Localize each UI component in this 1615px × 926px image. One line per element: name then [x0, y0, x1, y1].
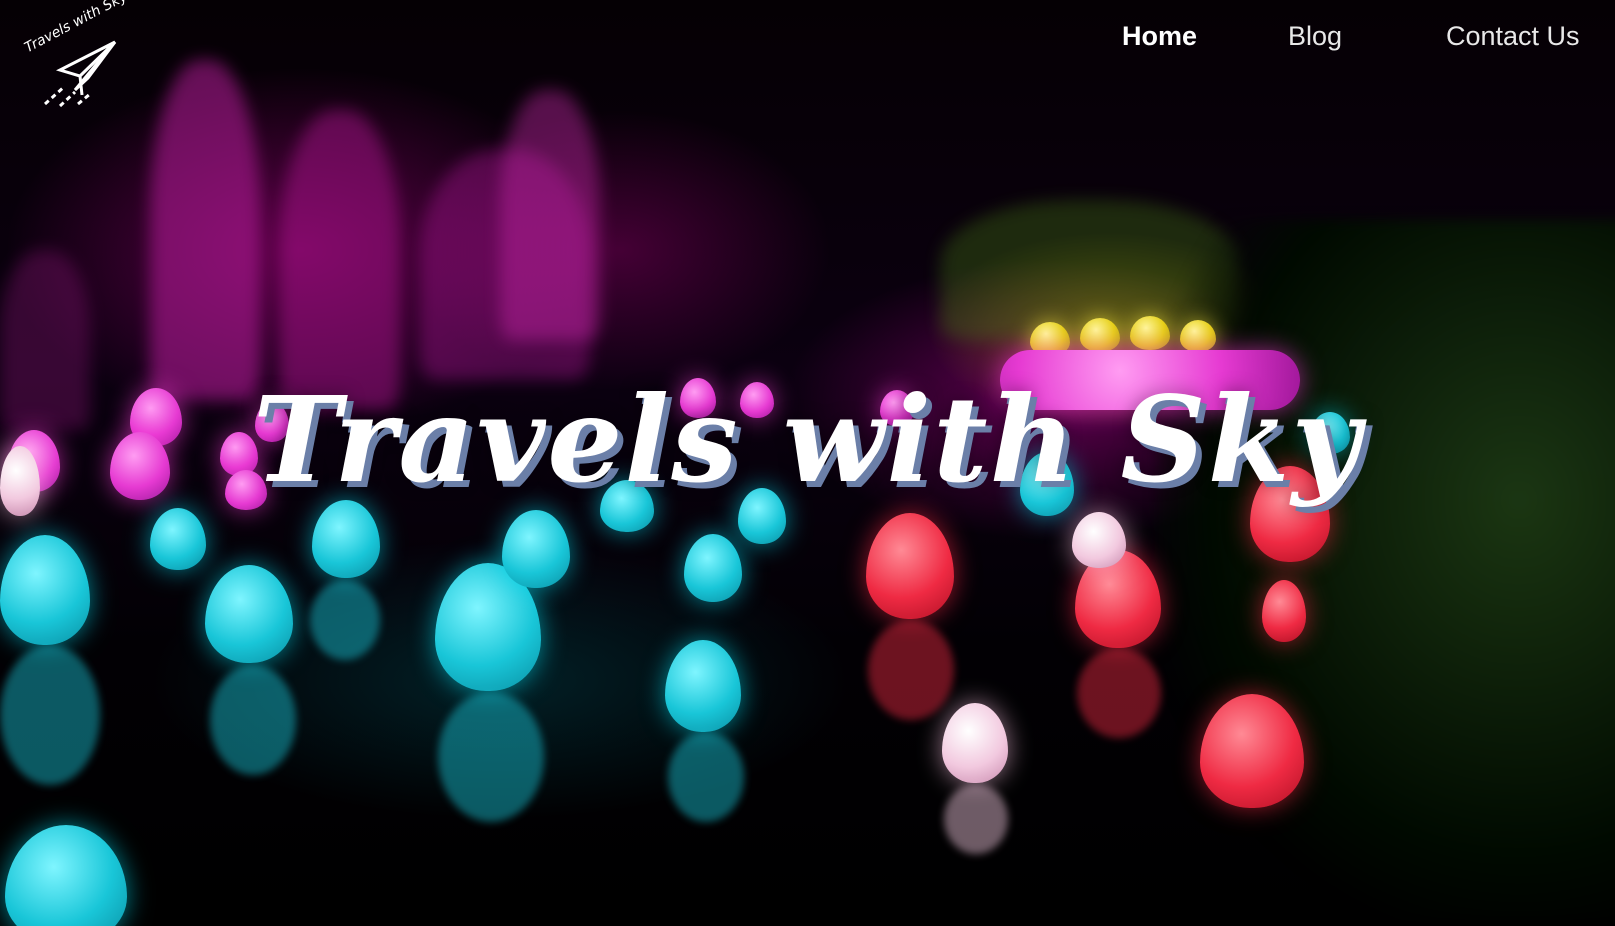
water-reflection	[868, 620, 954, 720]
water-reflection	[1077, 648, 1161, 738]
water-reflection	[944, 784, 1008, 854]
cyan-egg-light	[502, 510, 570, 588]
cyan-egg-light	[665, 640, 741, 732]
water-reflection	[310, 580, 380, 660]
water-reflection	[210, 665, 296, 775]
yellow-egg-light	[1180, 320, 1216, 352]
yellow-egg-light	[1130, 316, 1170, 350]
cyan-egg-light	[205, 565, 293, 663]
nav-item-contact-us[interactable]: Contact Us	[1446, 21, 1580, 52]
hero-title: Travels with Sky	[252, 370, 1363, 509]
nav-item-blog[interactable]: Blog	[1288, 21, 1342, 52]
white-egg-light	[942, 703, 1008, 783]
hero-section: Travels with Sky Home Blog Contact Us Tr…	[0, 0, 1615, 926]
palm-foliage	[1155, 220, 1615, 920]
red-egg-light	[866, 513, 954, 619]
background-tree	[500, 90, 600, 340]
water-reflection	[0, 645, 100, 785]
yellow-egg-light	[1080, 318, 1120, 352]
nav-item-home[interactable]: Home	[1122, 21, 1197, 52]
cyan-egg-light	[312, 500, 380, 578]
water-reflection	[668, 732, 744, 822]
cyan-egg-light	[150, 508, 206, 570]
water-reflection	[438, 692, 544, 822]
brand-logo[interactable]: Travels with Sky	[20, 0, 130, 110]
background-tree	[150, 60, 260, 400]
background-tree	[280, 110, 400, 410]
cyan-egg-light	[5, 825, 127, 926]
paper-plane-icon	[20, 40, 130, 114]
cyan-egg-light	[684, 534, 742, 602]
cyan-egg-light	[0, 535, 90, 645]
white-egg-light	[1072, 512, 1126, 568]
